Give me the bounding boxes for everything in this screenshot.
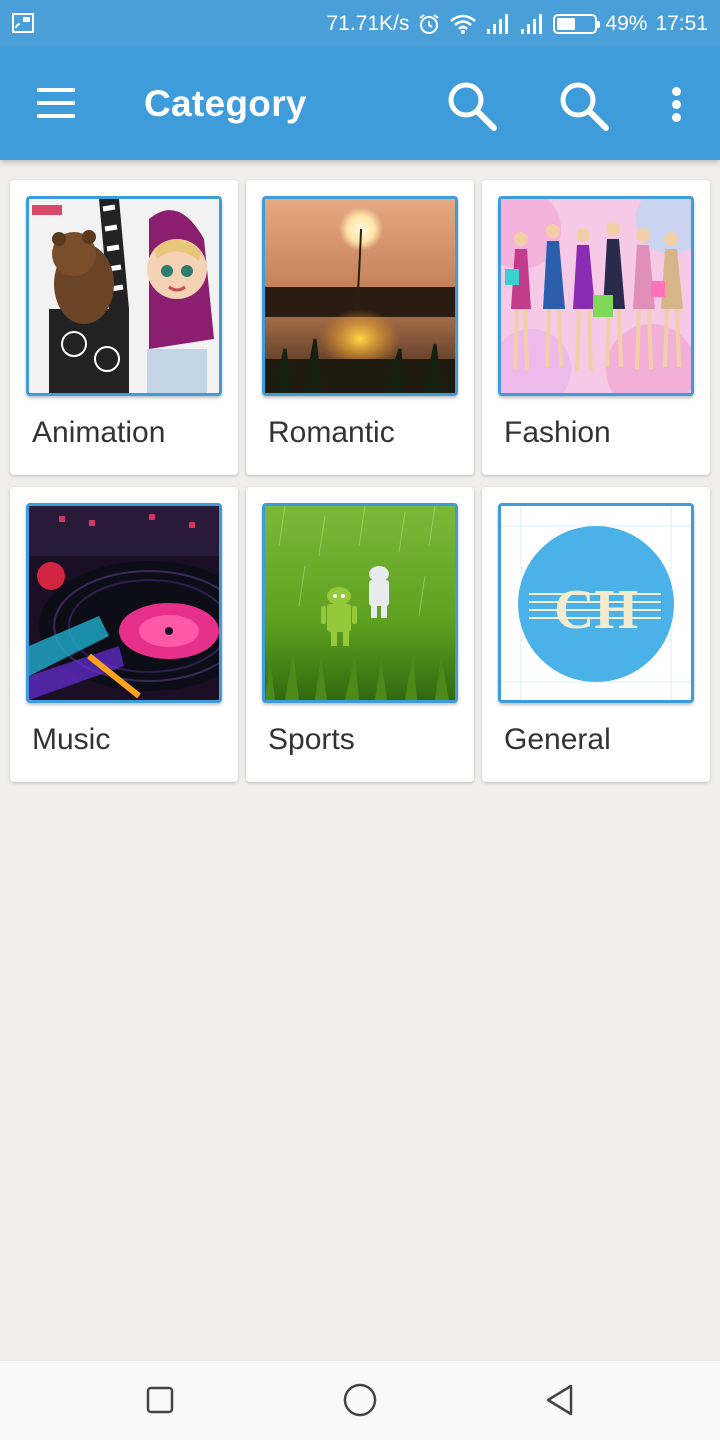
category-label: Music bbox=[32, 723, 111, 756]
animation-thumbnail bbox=[26, 196, 222, 396]
category-card-music[interactable]: Music bbox=[10, 487, 238, 782]
recent-apps-icon[interactable] bbox=[140, 1381, 180, 1421]
general-thumb-text: CH bbox=[554, 579, 638, 641]
home-icon[interactable] bbox=[340, 1381, 380, 1421]
general-thumbnail: CH bbox=[498, 503, 694, 703]
fashion-thumbnail bbox=[498, 196, 694, 396]
status-bar: 71.71K/s 49% 17:51 bbox=[0, 0, 720, 48]
app-bar: Category bbox=[0, 48, 720, 160]
signal-icon-2 bbox=[521, 14, 543, 34]
music-thumbnail bbox=[26, 503, 222, 703]
category-card-romantic[interactable]: Romantic bbox=[246, 180, 474, 475]
search-icon-2[interactable] bbox=[554, 76, 614, 136]
network-speed: 71.71K/s bbox=[326, 12, 410, 35]
page-title: Category bbox=[144, 83, 307, 124]
category-label: Animation bbox=[32, 416, 166, 449]
wifi-icon bbox=[450, 14, 477, 34]
category-label: Fashion bbox=[504, 416, 611, 449]
category-label: Romantic bbox=[268, 416, 395, 449]
battery-percent: 49% bbox=[605, 12, 648, 35]
battery-icon bbox=[553, 14, 601, 34]
category-card-general[interactable]: CH General bbox=[482, 487, 710, 782]
category-grid: Animation Romantic Fashion Music Sports … bbox=[10, 180, 710, 782]
category-label: General bbox=[504, 723, 611, 756]
romantic-thumbnail bbox=[262, 196, 458, 396]
menu-icon[interactable] bbox=[30, 84, 82, 124]
signal-icon bbox=[487, 14, 509, 34]
search-icon[interactable] bbox=[442, 76, 502, 136]
category-label: Sports bbox=[268, 723, 355, 756]
category-card-fashion[interactable]: Fashion bbox=[482, 180, 710, 475]
alarm-icon bbox=[419, 14, 440, 34]
navigation-bar bbox=[0, 1360, 720, 1440]
back-icon[interactable] bbox=[540, 1381, 580, 1421]
category-card-animation[interactable]: Animation bbox=[10, 180, 238, 475]
clock: 17:51 bbox=[655, 12, 708, 35]
more-vert-icon[interactable] bbox=[656, 82, 696, 126]
category-card-sports[interactable]: Sports bbox=[246, 487, 474, 782]
cast-icon bbox=[12, 13, 34, 33]
sports-thumbnail bbox=[262, 503, 458, 703]
